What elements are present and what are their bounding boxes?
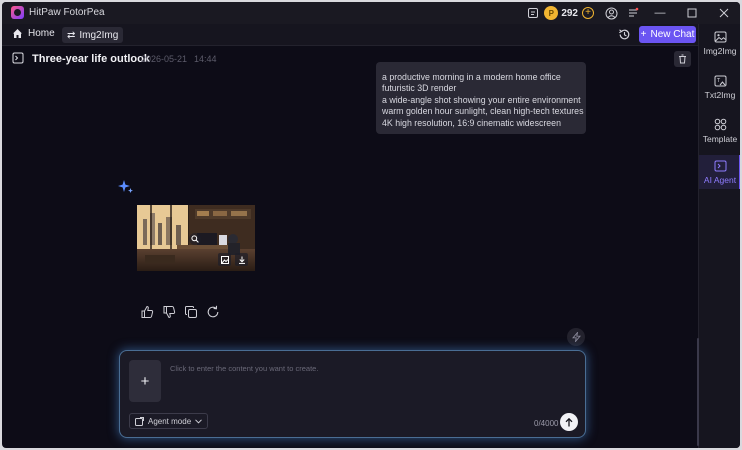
home-label: Home [28,28,55,39]
sidebar-item-img2img[interactable]: Img2Img [699,24,740,62]
sidebar-item-label: AI Agent [703,174,737,185]
character-counter: 0/4000 [534,419,559,428]
trash-icon [679,54,686,64]
breadcrumb-label: Img2Img [79,29,119,41]
text-image-icon: T [714,75,726,86]
conversation-date: 2026-05-21 [141,54,188,64]
home-button[interactable]: Home [12,28,55,39]
agent-mode-select[interactable]: Agent mode [129,413,209,429]
sidebar-item-label: Img2Img [703,45,737,56]
new-chat-button[interactable]: + New Chat [639,26,696,43]
result-actions [140,305,220,319]
app-title: HitPaw FotorPea [29,7,105,18]
image-icon [714,31,726,42]
delete-conversation-button[interactable] [674,51,691,67]
history-icon[interactable] [618,28,632,42]
plus-icon: + [640,29,647,40]
zoom-icon[interactable] [189,233,201,245]
sidebar-item-template[interactable]: Template [699,112,740,150]
user-message-line: 4K high resolution, 16:9 cinematic wides… [382,117,561,128]
add-coins-button[interactable]: + [582,7,594,19]
edit-image-icon[interactable] [218,253,231,266]
maximize-button[interactable] [676,2,708,24]
arrow-up-icon [565,417,573,426]
user-message-line: futuristic 3D render [382,83,457,94]
generated-image[interactable] [137,205,255,271]
coin-icon: P [544,6,559,20]
toolbar: Home ⇄ Img2Img + New Chat [2,24,698,46]
app-window: HitPaw FotorPea P 292 + — Home ⇄ Img2Img… [2,2,740,448]
agent-mode-icon [135,416,144,426]
thumbs-up-icon[interactable] [140,305,154,319]
send-button[interactable] [560,413,578,431]
chat-header: Three-year life outlook 2026-05-21 14:44 [2,46,698,72]
minimize-button[interactable]: — [644,2,676,24]
coin-balance: 292 [561,7,578,19]
ai-agent-icon [714,160,726,171]
scrollbar[interactable] [697,338,699,446]
svg-text:T: T [716,78,721,84]
conversation-time: 14:44 [194,54,217,64]
agent-mode-label: Agent mode [148,416,192,426]
swap-icon: ⇄ [67,29,76,41]
conversation-title: Three-year life outlook [32,53,150,65]
lightning-icon [571,332,581,342]
user-message-line: a wide-angle shot showing your entire en… [382,94,581,105]
close-button[interactable] [708,2,740,24]
agent-sparkle-icon [118,180,133,193]
sidebar-item-label: Template [702,134,738,144]
user-message-line: warm golden hour sunlight, clean high-te… [382,106,584,117]
menu-icon[interactable] [622,2,644,24]
regenerate-icon[interactable] [206,305,220,319]
breadcrumb-tab[interactable]: ⇄ Img2Img [62,27,124,43]
right-sidebar: Img2Img T Txt2Img Template AI Agent [698,24,740,448]
prompt-composer: + Click to enter the content you want to… [119,350,586,438]
thumbs-down-icon[interactable] [162,305,176,319]
title-bar: HitPaw FotorPea P 292 + — [2,2,740,24]
user-message-bubble: a productive morning in a modern home of… [376,62,586,134]
app-logo-icon [11,6,24,19]
chevron-down-icon [195,418,202,424]
conversation-icon [12,52,24,64]
template-icon [714,118,726,131]
notes-icon[interactable] [522,2,544,24]
account-icon[interactable] [600,2,622,24]
copy-icon[interactable] [184,305,198,319]
new-chat-label: New Chat [650,29,695,40]
download-icon[interactable] [235,253,248,266]
user-message-line: a productive morning in a modern home of… [382,72,561,82]
home-icon [13,29,22,38]
add-attachment-button[interactable]: + [129,360,161,402]
sidebar-item-txt2img[interactable]: T Txt2Img [699,68,740,106]
prompt-input[interactable]: Click to enter the content you want to c… [170,364,318,373]
sidebar-item-ai-agent[interactable]: AI Agent [699,155,740,189]
quick-action-button[interactable] [567,328,585,346]
sidebar-item-label: Txt2Img [704,89,736,100]
